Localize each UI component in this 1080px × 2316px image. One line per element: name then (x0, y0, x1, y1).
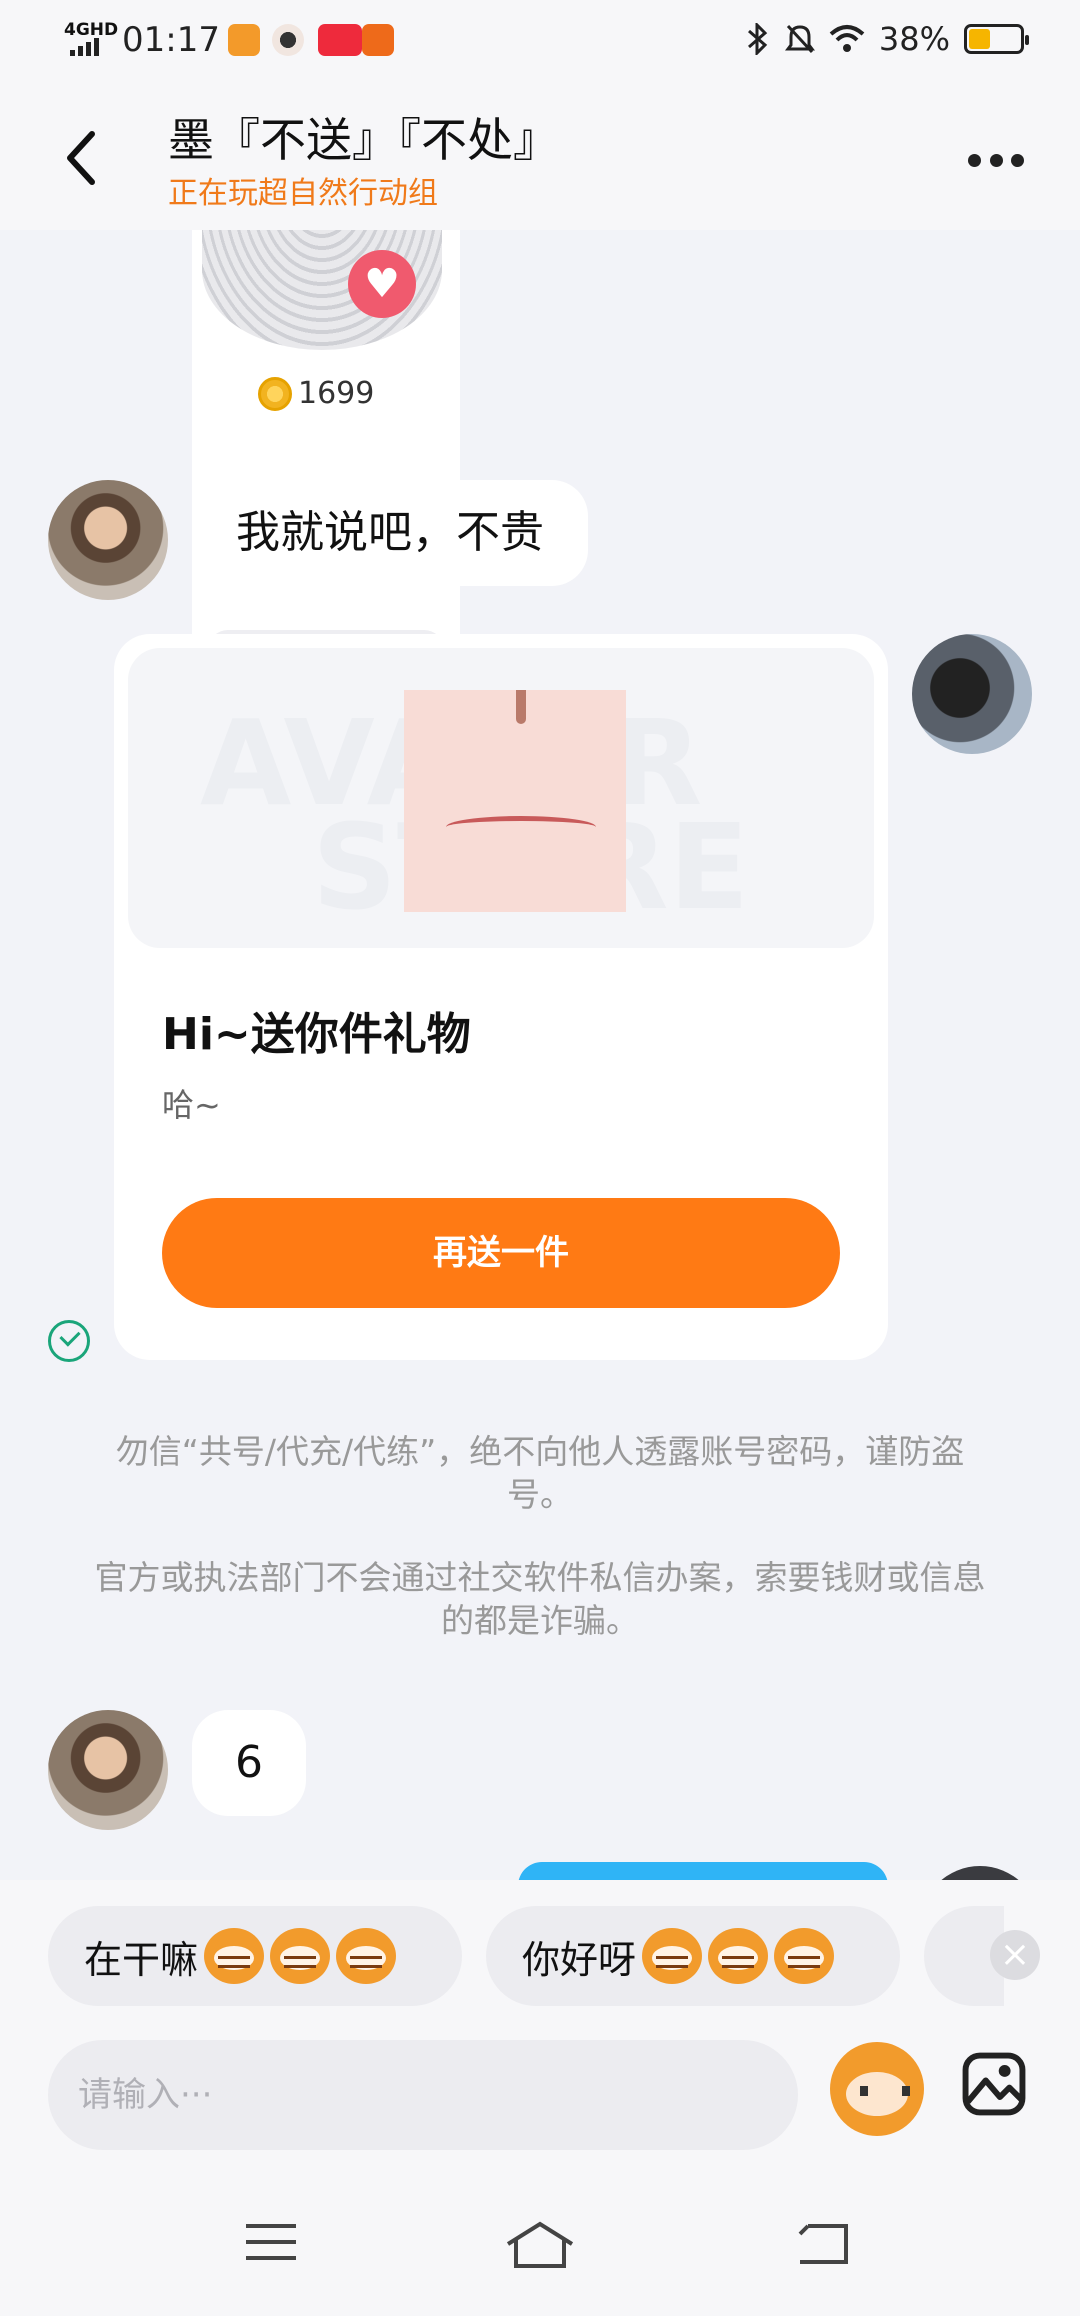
system-nav-bar (0, 2190, 1080, 2316)
network-type: 4GHD (64, 20, 119, 40)
gift-price-value: 1699 (298, 376, 375, 411)
chat-header: 墨『不送』『不处』 正在玩超自然行动组 (0, 80, 1080, 230)
message-text: 我就说吧，不贵 (236, 507, 544, 558)
close-icon[interactable]: × (990, 1930, 1040, 1980)
message-bubble[interactable]: 6 (192, 1710, 306, 1816)
lips-sticker-image (404, 690, 626, 912)
quick-reply-chip[interactable]: 你好呀 (486, 1906, 900, 2006)
fraud-notice: 官方或执法部门不会通过社交软件私信办案，索要钱财或信息的都是诈骗。 (94, 1558, 986, 1640)
message-bubble[interactable]: 我就说吧，不贵 (192, 480, 588, 586)
gift-price: 1699 (258, 376, 374, 411)
image-icon[interactable] (962, 2052, 1026, 2116)
input-bar (0, 2040, 1080, 2190)
heart-icon[interactable]: ♥ (348, 250, 416, 318)
app-icon (362, 24, 394, 56)
chat-status[interactable]: 正在玩超自然行动组 (168, 168, 438, 212)
avatar-contact[interactable] (48, 1710, 168, 1830)
quick-reply-label: 在干嘛 (84, 1937, 199, 1982)
avatar-icon (272, 24, 304, 56)
monkey-emoji-icon (204, 1928, 265, 1984)
monkey-emoji-icon (774, 1928, 835, 1984)
app-icon (318, 24, 362, 56)
sticker-icon[interactable] (830, 2042, 924, 2136)
gift-message-card[interactable]: AVATAR STORE Hi~送你件礼物 哈~ 再送一件 (114, 634, 888, 1360)
message-bubble-self[interactable] (518, 1862, 888, 1880)
status-right: 38% (745, 20, 1029, 58)
message-input[interactable] (48, 2040, 798, 2150)
clock: 01:17 (122, 20, 220, 60)
battery-icon (964, 24, 1029, 54)
message-text: 6 (235, 1737, 263, 1788)
menu-icon[interactable] (244, 2220, 298, 2264)
signal-icon (70, 38, 99, 56)
monkey-emoji-icon (270, 1928, 331, 1984)
gift-card-desc: 哈~ (162, 1086, 221, 1124)
bluetooth-icon (747, 23, 768, 55)
back-nav-icon[interactable] (796, 2220, 850, 2266)
gift-card-title: Hi~送你件礼物 (162, 1009, 471, 1060)
wifi-icon (829, 25, 865, 52)
quick-reply-bar: 在干嘛 你好呀 × (0, 1880, 1080, 2040)
read-check-icon (48, 1320, 90, 1362)
monkey-emoji-icon (336, 1928, 397, 1984)
back-arrow-icon[interactable] (58, 128, 108, 188)
quick-reply-chip[interactable]: 在干嘛 (48, 1906, 462, 2006)
app-icon (228, 24, 260, 56)
quick-reply-label: 你好呀 (522, 1937, 637, 1982)
message-list[interactable]: ♥ 1699 我就说吧，不贵 AVATAR STORE Hi~送你件礼物 哈~ … (0, 230, 1080, 1880)
send-again-button[interactable]: 再送一件 (162, 1198, 840, 1308)
safety-notice: 勿信“共号/代充/代练”，绝不向他人透露账号密码，谨防盗号。 (115, 1432, 965, 1514)
coin-icon (258, 376, 292, 411)
gift-item-card[interactable]: ♥ 1699 (192, 230, 460, 674)
status-bar: 4GHD 01:17 38% (0, 0, 1080, 80)
monkey-emoji-icon (642, 1928, 703, 1984)
chat-title[interactable]: 墨『不送』『不处』 (168, 104, 559, 170)
avatar-contact[interactable] (48, 480, 168, 600)
mute-icon (784, 24, 815, 54)
monkey-emoji-icon (708, 1928, 769, 1984)
battery-percent: 38% (878, 20, 950, 58)
more-options-icon[interactable] (968, 142, 1024, 178)
gift-card-image: AVATAR STORE (128, 648, 874, 948)
avatar-self[interactable] (920, 1866, 1040, 1880)
home-icon[interactable] (504, 2220, 576, 2270)
avatar-self[interactable] (912, 634, 1032, 754)
battery-fill (969, 29, 990, 49)
